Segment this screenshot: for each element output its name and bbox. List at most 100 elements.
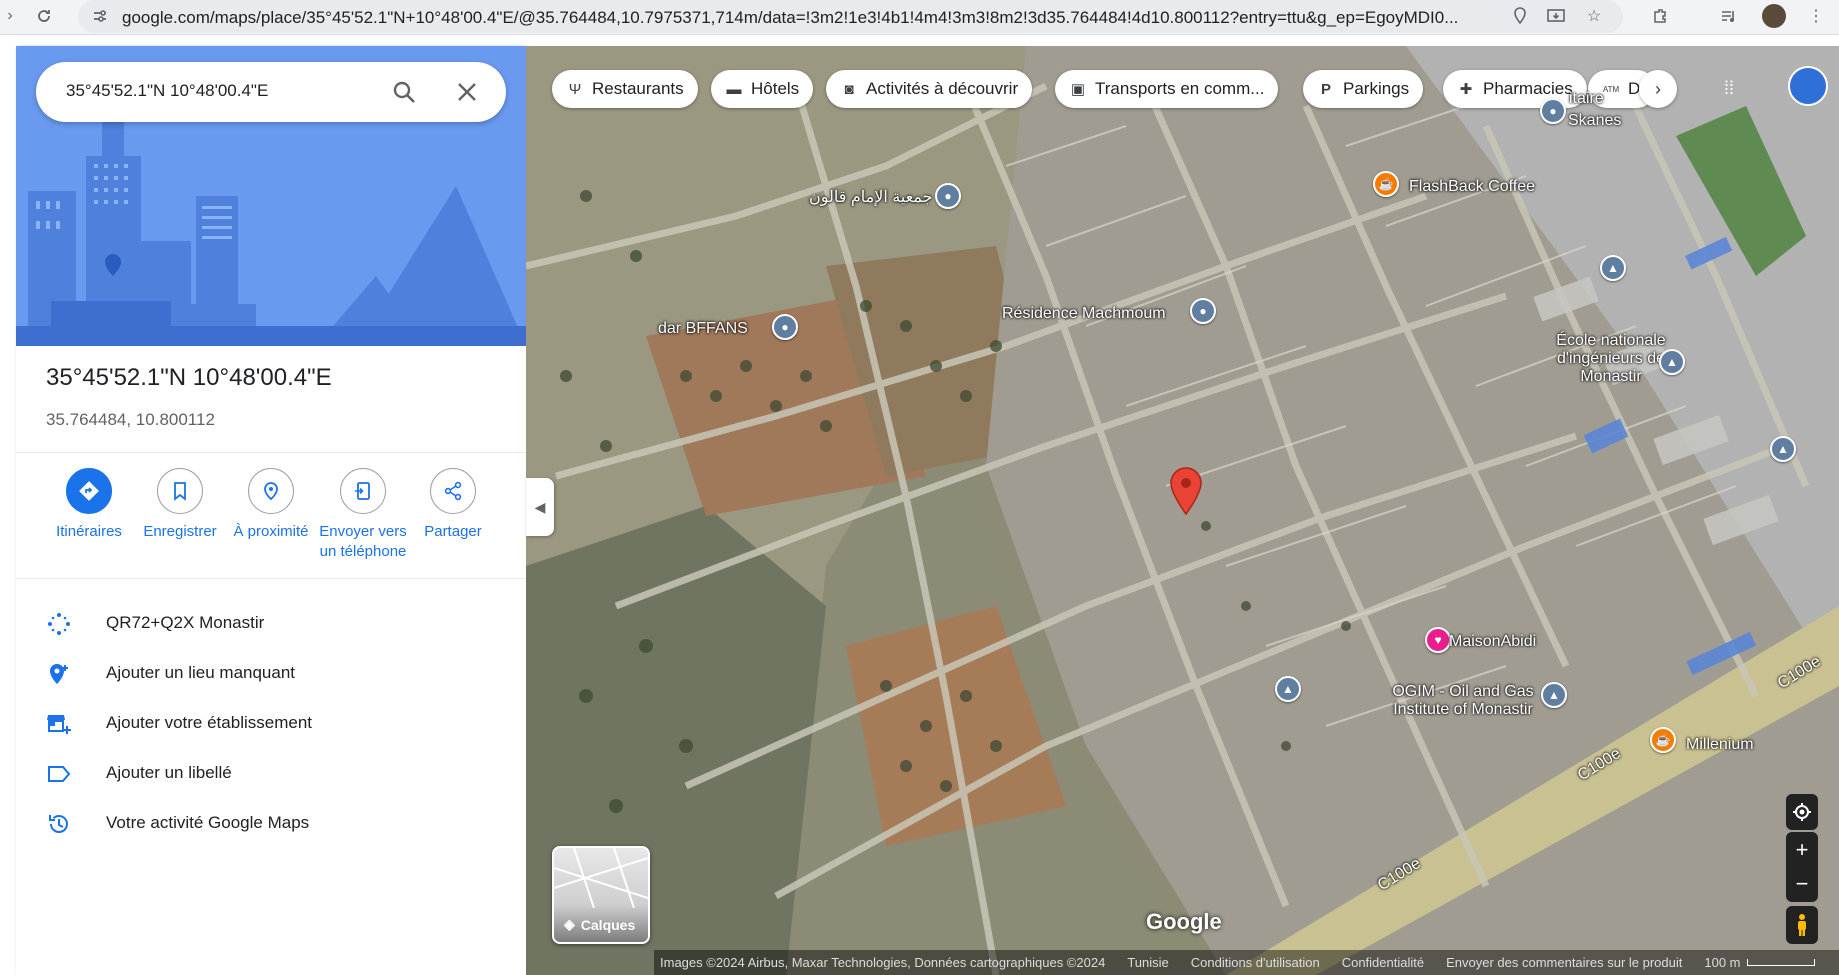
- atm-icon: ATM: [1602, 84, 1620, 94]
- chip-label: Transports en comm...: [1095, 79, 1265, 98]
- chevron-right-icon: ›: [1655, 78, 1661, 99]
- map-label-maison[interactable]: MaisonAbidi: [1449, 633, 1536, 651]
- plus-code-item[interactable]: QR72+Q2X Monastir: [16, 599, 526, 649]
- add-business-item[interactable]: Ajouter votre établissement: [16, 699, 526, 749]
- pharmacy-icon: ✚: [1459, 81, 1473, 98]
- map-label-itaire[interactable]: itaire: [1569, 90, 1604, 108]
- camera-icon: ◙: [844, 80, 854, 98]
- maps-activity-item[interactable]: Votre activité Google Maps: [16, 799, 526, 849]
- directions-button[interactable]: Itinéraires: [44, 468, 134, 542]
- add-label-item[interactable]: Ajouter un libellé: [16, 749, 526, 799]
- poi-marker[interactable]: ●: [772, 314, 798, 340]
- bed-icon: ▬: [726, 80, 742, 98]
- map-label-jamia[interactable]: جمعية الإمام قالون: [809, 189, 933, 207]
- scale-label[interactable]: 100 m: [1704, 955, 1740, 970]
- label-icon: [46, 761, 72, 787]
- url-text[interactable]: google.com/maps/place/35°45'52.1"N+10°48…: [122, 8, 1552, 28]
- chip-transit[interactable]: ▣ Transports en comm...: [1055, 70, 1279, 108]
- apps-grid-icon[interactable]: ⁞⁞: [1724, 78, 1746, 100]
- nearby-label: À proximité: [233, 523, 309, 540]
- chip-restaurants[interactable]: Ψ Restaurants: [552, 70, 698, 108]
- add-missing-place-label: Ajouter un lieu manquant: [106, 663, 296, 682]
- chip-parking[interactable]: P Parkings: [1303, 70, 1424, 108]
- my-location-button[interactable]: [1786, 794, 1818, 830]
- chip-label: Parkings: [1343, 79, 1410, 98]
- map-label-residence[interactable]: Résidence Machmoum: [1002, 305, 1166, 323]
- terms-link[interactable]: Conditions d'utilisation: [1191, 955, 1320, 970]
- search-input[interactable]: 35°45'52.1"N 10°48'00.4"E: [66, 81, 268, 101]
- add-label-label: Ajouter un libellé: [106, 763, 232, 782]
- dropped-pin-icon[interactable]: [1168, 466, 1204, 516]
- reload-icon[interactable]: [34, 6, 54, 26]
- cafe-icon[interactable]: ☕: [1373, 171, 1399, 197]
- add-business-label: Ajouter votre établissement: [106, 713, 312, 732]
- chip-pharmacies[interactable]: ✚ Pharmacies: [1443, 70, 1587, 108]
- chip-activities[interactable]: ◙ Activités à découvrir: [826, 70, 1033, 108]
- location-icon[interactable]: [1510, 6, 1530, 26]
- zoom-in-icon[interactable]: +: [1796, 833, 1809, 867]
- scale-bar: [1746, 959, 1815, 966]
- add-location-icon: [46, 661, 72, 687]
- cafe-icon[interactable]: ☕: [1650, 727, 1676, 753]
- back-icon[interactable]: ›: [0, 6, 20, 26]
- account-avatar[interactable]: [1788, 66, 1828, 106]
- send-to-phone-button[interactable]: Envoyer vers un téléphone: [317, 468, 409, 562]
- nearby-icon: [248, 468, 294, 514]
- close-icon[interactable]: [456, 81, 478, 103]
- map-label-ogim[interactable]: OGIM - Oil and Gas Institute of Monastir: [1378, 683, 1548, 719]
- menu-dots-icon[interactable]: ⋮: [1806, 6, 1826, 26]
- bookmark-icon: [157, 468, 203, 514]
- map-label-skanes[interactable]: Skanes: [1568, 112, 1621, 130]
- address-bar[interactable]: google.com/maps/place/35°45'52.1"N+10°48…: [78, 0, 1623, 33]
- layers-icon: ◈: [564, 916, 575, 932]
- add-business-icon: [46, 711, 72, 737]
- school-icon[interactable]: ▲: [1770, 436, 1796, 462]
- map-label-ecole[interactable]: École nationale d'ingénieurs de Monastir: [1551, 332, 1671, 386]
- profile-avatar[interactable]: [1762, 4, 1786, 28]
- map-label-flashback[interactable]: FlashBack Coffee: [1409, 178, 1535, 196]
- save-label: Enregistrer: [143, 523, 217, 540]
- save-button[interactable]: Enregistrer: [135, 468, 225, 542]
- privacy-link[interactable]: Confidentialité: [1342, 955, 1424, 970]
- chevron-left-icon: ◀: [534, 498, 546, 515]
- imagery-attribution: Images ©2024 Airbus, Maxar Technologies,…: [660, 955, 1106, 970]
- poi-marker[interactable]: ●: [935, 183, 961, 209]
- nearby-button[interactable]: À proximité: [226, 468, 316, 542]
- collapse-panel-button[interactable]: ◀: [526, 478, 554, 536]
- feedback-link[interactable]: Envoyer des commentaires sur le produit: [1446, 955, 1682, 970]
- divider: [16, 452, 526, 453]
- add-missing-place-item[interactable]: Ajouter un lieu manquant: [16, 649, 526, 699]
- school-icon[interactable]: ▲: [1541, 682, 1567, 708]
- history-icon: [46, 811, 72, 837]
- school-icon[interactable]: ▲: [1600, 255, 1626, 281]
- school-icon[interactable]: ▲: [1659, 349, 1685, 375]
- map-label-dar[interactable]: dar BFFANS: [658, 320, 748, 338]
- extensions-icon[interactable]: [1650, 6, 1670, 26]
- plus-code-icon: [46, 611, 72, 637]
- share-label: Partager: [424, 523, 482, 540]
- chip-hotels[interactable]: ▬ Hôtels: [711, 70, 814, 108]
- install-icon[interactable]: [1546, 6, 1566, 26]
- map-footer: Images ©2024 Airbus, Maxar Technologies,…: [654, 950, 1839, 975]
- zoom-out-icon[interactable]: −: [1796, 867, 1809, 901]
- share-button[interactable]: Partager: [408, 468, 498, 542]
- layers-label: Calques: [580, 916, 636, 933]
- poi-marker[interactable]: ●: [1190, 298, 1216, 324]
- directions-label: Itinéraires: [56, 523, 122, 540]
- bookmark-star-icon[interactable]: ☆: [1584, 6, 1604, 26]
- directions-icon: [66, 468, 112, 514]
- shopping-icon[interactable]: ♥: [1425, 627, 1451, 653]
- search-icon[interactable]: [391, 79, 417, 105]
- site-info-icon[interactable]: [90, 6, 110, 26]
- chips-next-button[interactable]: ›: [1639, 70, 1677, 108]
- map-canvas[interactable]: Ψ Restaurants ▬ Hôtels ◙ Activités à découv…: [526, 46, 1839, 975]
- country-link[interactable]: Tunisie: [1127, 955, 1168, 970]
- media-icon[interactable]: [1718, 6, 1738, 26]
- search-box[interactable]: 35°45'52.1"N 10°48'00.4"E: [36, 62, 506, 122]
- school-icon[interactable]: ▲: [1275, 676, 1301, 702]
- pegman-icon[interactable]: [1786, 906, 1818, 944]
- poi-marker[interactable]: ●: [1540, 98, 1566, 124]
- chip-label: Restaurants: [592, 79, 684, 98]
- map-label-millenium[interactable]: Millenium: [1686, 736, 1754, 754]
- layers-button[interactable]: ◈ Calques: [552, 846, 650, 944]
